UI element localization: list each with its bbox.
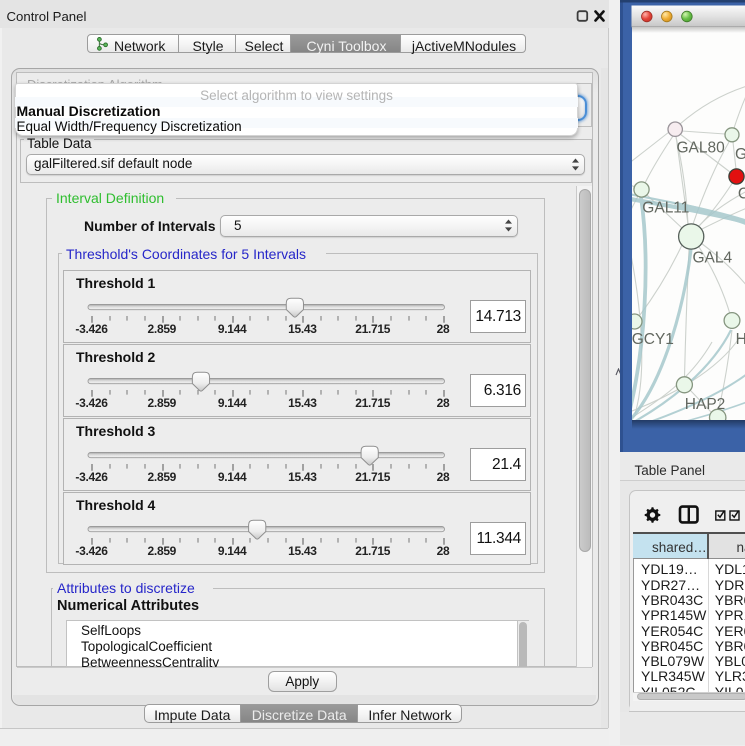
svg-text:GAL4: GAL4 <box>693 250 733 267</box>
svg-text:GA: GA <box>735 146 745 163</box>
svg-text:HAP2: HAP2 <box>685 396 726 413</box>
svg-text:GCY1: GCY1 <box>632 331 674 348</box>
svg-text:GAL80: GAL80 <box>677 139 726 156</box>
svg-text:H: H <box>736 331 745 348</box>
svg-text:C: C <box>738 186 745 203</box>
svg-text:GAL11: GAL11 <box>642 200 689 217</box>
